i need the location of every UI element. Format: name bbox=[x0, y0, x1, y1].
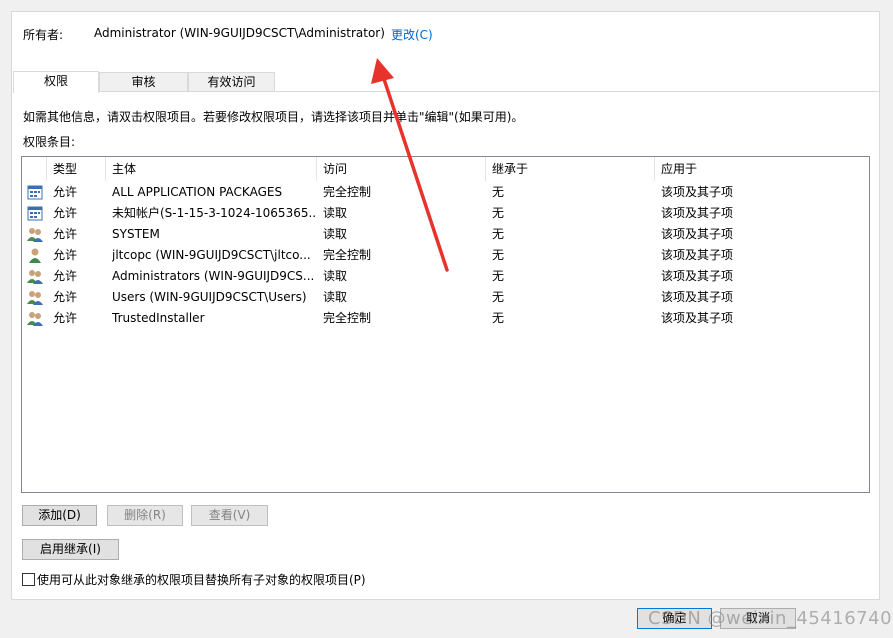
owner-row: 所有者: Administrator (WIN-9GUIJD9CSCT\Admi… bbox=[11, 26, 893, 44]
header-icon-column bbox=[22, 157, 47, 181]
table-row[interactable]: 允许 TrustedInstaller 完全控制 无 该项及其子项 bbox=[22, 308, 869, 329]
cell-access: 完全控制 bbox=[323, 311, 372, 325]
enable-inheritance-button[interactable]: 启用继承(I) bbox=[22, 539, 119, 560]
cell-type: 允许 bbox=[53, 227, 78, 241]
tab-auditing[interactable]: 审核 bbox=[99, 72, 188, 91]
cell-inherited-from: 无 bbox=[492, 227, 505, 241]
cell-principal: TrustedInstaller bbox=[112, 311, 205, 325]
table-row[interactable]: 允许 jltcopc (WIN-9GUIJD9CSCT\jltco... 完全控制 无… bbox=[22, 245, 869, 266]
entries-label: 权限条目: bbox=[23, 135, 76, 149]
cell-access: 完全控制 bbox=[323, 185, 372, 199]
header-type[interactable]: 类型 bbox=[47, 157, 106, 181]
cell-principal: jltcopc (WIN-9GUIJD9CSCT\jltco... bbox=[112, 248, 311, 262]
user-icon bbox=[27, 248, 43, 263]
cell-principal: Administrators (WIN-9GUIJD9CS... bbox=[112, 269, 315, 283]
cell-access: 读取 bbox=[323, 269, 348, 283]
cell-inherited-from: 无 bbox=[492, 185, 505, 199]
header-applies-to[interactable]: 应用于 bbox=[655, 157, 869, 181]
cell-inherited-from: 无 bbox=[492, 311, 505, 325]
cell-type: 允许 bbox=[53, 311, 78, 325]
change-owner-link[interactable]: 更改(C) bbox=[391, 26, 433, 43]
replace-child-permissions-label[interactable]: 使用可从此对象继承的权限项目替换所有子对象的权限项目(P) bbox=[37, 571, 366, 588]
cell-inherited-from: 无 bbox=[492, 269, 505, 283]
permission-entries-list[interactable]: 类型 主体 访问 继承于 应用于 允许 ALL APPLICATION PACKA… bbox=[21, 156, 870, 493]
cell-applies-to: 该项及其子项 bbox=[661, 269, 734, 283]
remove-button[interactable]: 删除(R) bbox=[107, 505, 183, 526]
cell-applies-to: 该项及其子项 bbox=[661, 290, 734, 304]
cell-principal: 未知帐户(S-1-15-3-1024-1065365... bbox=[112, 206, 315, 220]
group-icon bbox=[27, 311, 43, 326]
cell-access: 读取 bbox=[323, 227, 348, 241]
header-principal[interactable]: 主体 bbox=[106, 157, 317, 181]
ok-button[interactable]: 确定 bbox=[637, 608, 712, 629]
tab-effective-access[interactable]: 有效访问 bbox=[188, 72, 275, 91]
cell-principal: SYSTEM bbox=[112, 227, 160, 241]
cell-applies-to: 该项及其子项 bbox=[661, 206, 734, 220]
list-header: 类型 主体 访问 继承于 应用于 bbox=[22, 157, 869, 181]
group-icon bbox=[27, 227, 43, 242]
cell-access: 完全控制 bbox=[323, 248, 372, 262]
owner-value: Administrator (WIN-9GUIJD9CSCT\Administr… bbox=[94, 26, 385, 40]
table-row[interactable]: 允许 ALL APPLICATION PACKAGES 完全控制 无 该项及其子项 bbox=[22, 182, 869, 203]
cell-access: 读取 bbox=[323, 206, 348, 220]
table-row[interactable]: 允许 Users (WIN-9GUIJD9CSCT\Users) 读取 无 该项及其子项 bbox=[22, 287, 869, 308]
group-icon bbox=[27, 290, 43, 305]
cell-applies-to: 该项及其子项 bbox=[661, 185, 734, 199]
replace-child-permissions-checkbox[interactable] bbox=[22, 573, 35, 586]
cell-principal: ALL APPLICATION PACKAGES bbox=[112, 185, 283, 199]
cell-type: 允许 bbox=[53, 185, 78, 199]
app-package-icon bbox=[27, 206, 43, 221]
app-package-icon bbox=[27, 185, 43, 200]
header-inherited-from[interactable]: 继承于 bbox=[486, 157, 655, 181]
info-text: 如需其他信息，请双击权限项目。若要修改权限项目，请选择该项目并单击"编辑"(如果… bbox=[23, 110, 524, 124]
cell-type: 允许 bbox=[53, 248, 78, 262]
table-row[interactable]: 允许 Administrators (WIN-9GUIJD9CS... 读取 无 该项及… bbox=[22, 266, 869, 287]
cell-type: 允许 bbox=[53, 206, 78, 220]
cell-type: 允许 bbox=[53, 290, 78, 304]
add-button[interactable]: 添加(D) bbox=[22, 505, 97, 526]
cell-inherited-from: 无 bbox=[492, 248, 505, 262]
cell-applies-to: 该项及其子项 bbox=[661, 311, 734, 325]
header-access[interactable]: 访问 bbox=[317, 157, 486, 181]
table-row[interactable]: 允许 未知帐户(S-1-15-3-1024-1065365... 读取 无 该项及其子项 bbox=[22, 203, 869, 224]
owner-label: 所有者: bbox=[23, 28, 64, 42]
cell-inherited-from: 无 bbox=[492, 290, 505, 304]
table-row[interactable]: 允许 SYSTEM 读取 无 该项及其子项 bbox=[22, 224, 869, 245]
cell-applies-to: 该项及其子项 bbox=[661, 248, 734, 262]
tab-permissions[interactable]: 权限 bbox=[13, 71, 99, 93]
cell-access: 读取 bbox=[323, 290, 348, 304]
cell-type: 允许 bbox=[53, 269, 78, 283]
view-button[interactable]: 查看(V) bbox=[191, 505, 268, 526]
cell-applies-to: 该项及其子项 bbox=[661, 227, 734, 241]
cell-inherited-from: 无 bbox=[492, 206, 505, 220]
cancel-button[interactable]: 取消 bbox=[720, 608, 796, 629]
group-icon bbox=[27, 269, 43, 284]
cell-principal: Users (WIN-9GUIJD9CSCT\Users) bbox=[112, 290, 307, 304]
